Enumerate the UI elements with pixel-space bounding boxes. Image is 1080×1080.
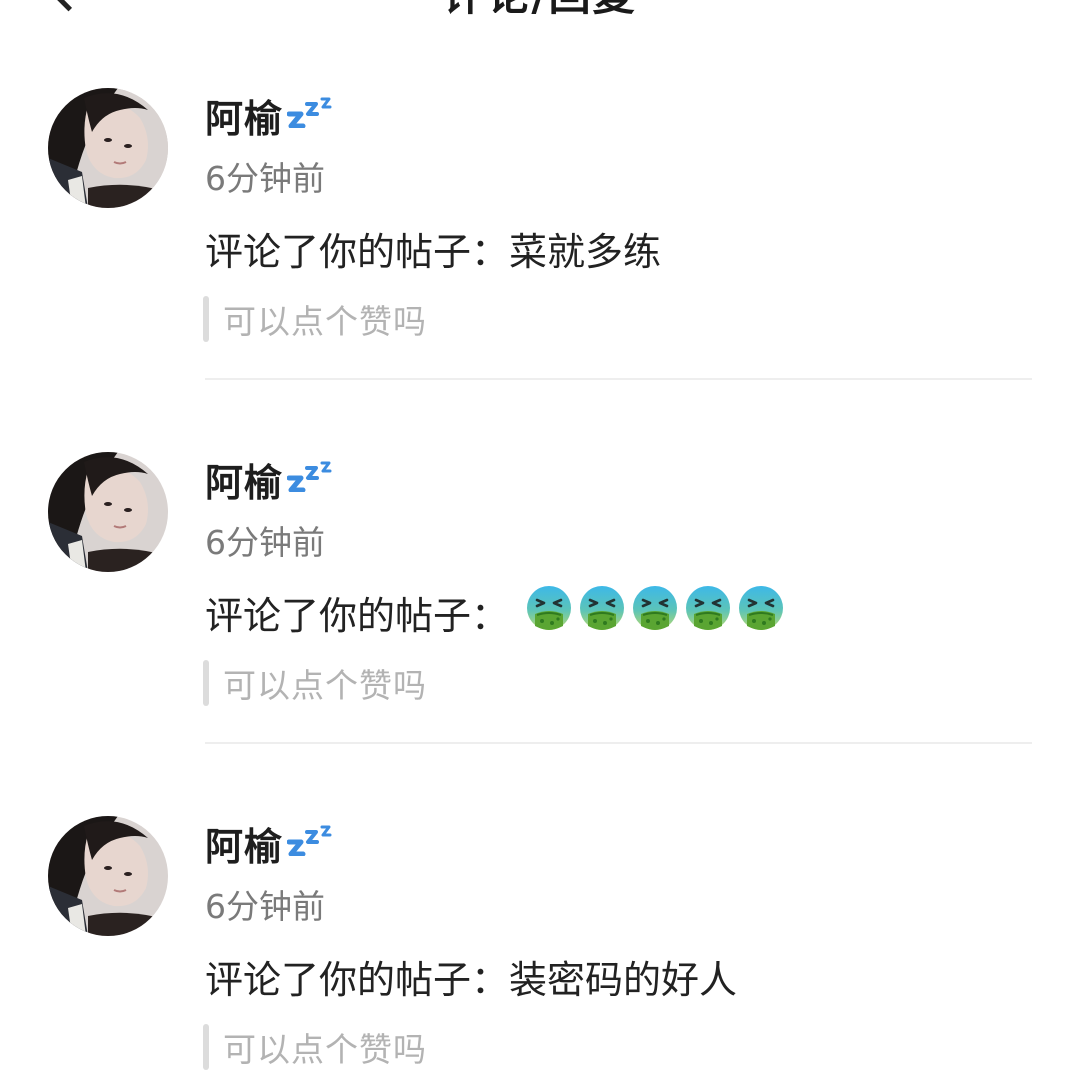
comment-content[interactable]: 评论了你的帖子： (205, 585, 790, 638)
comment-content[interactable]: 评论了你的帖子： 装密码的好人 (205, 951, 738, 1002)
comment-prefix: 评论了你的帖子： (205, 593, 510, 638)
emoji-row (525, 584, 790, 641)
notifications-page: 评论/回复 阿榆 (0, 0, 1080, 1080)
user-name-row: 阿榆 (205, 452, 335, 507)
notification-item[interactable]: 阿榆 6分钟前 评论了你的帖子： 装密码的好人 可以点个赞吗 (0, 728, 1080, 1080)
reply-hint[interactable]: 可以点个赞吗 (203, 1023, 427, 1071)
sick-face-icon (737, 584, 785, 641)
user-avatar[interactable] (48, 452, 168, 572)
timestamp: 6分钟前 (205, 523, 325, 562)
sick-face-icon (578, 584, 626, 641)
user-name[interactable]: 阿榆 (205, 452, 283, 507)
notification-item[interactable]: 阿榆 6分钟前 评论了你的帖子： 可以点个赞吗 (0, 364, 1080, 744)
quote-bar (203, 660, 209, 706)
zzz-sleeping-icon (286, 458, 335, 496)
zzz-sleeping-icon (286, 94, 335, 132)
reply-placeholder: 可以点个赞吗 (223, 302, 427, 341)
timestamp: 6分钟前 (205, 887, 325, 926)
comment-prefix: 评论了你的帖子： (205, 957, 510, 1002)
sick-face-icon (684, 584, 732, 641)
user-name[interactable]: 阿榆 (205, 816, 283, 871)
comment-text: 菜就多练 (509, 229, 662, 274)
reply-placeholder: 可以点个赞吗 (223, 1030, 427, 1069)
zzz-sleeping-icon (286, 822, 335, 860)
user-avatar[interactable] (48, 816, 168, 936)
user-name[interactable]: 阿榆 (205, 88, 283, 143)
user-avatar[interactable] (48, 88, 168, 208)
reply-hint[interactable]: 可以点个赞吗 (203, 659, 427, 707)
sick-face-icon (631, 584, 679, 641)
user-name-row: 阿榆 (205, 816, 335, 871)
comment-text: 装密码的好人 (509, 957, 738, 1002)
reply-hint[interactable]: 可以点个赞吗 (203, 295, 427, 343)
notification-item[interactable]: 阿榆 6分钟前 评论了你的帖子： 菜就多练 可以点个赞吗 (0, 0, 1080, 380)
quote-bar (203, 296, 209, 342)
quote-bar (203, 1024, 209, 1070)
sick-face-icon (525, 584, 573, 641)
comment-prefix: 评论了你的帖子： (205, 229, 510, 274)
user-name-row: 阿榆 (205, 88, 335, 143)
comment-content[interactable]: 评论了你的帖子： 菜就多练 (205, 223, 662, 274)
timestamp: 6分钟前 (205, 159, 325, 198)
reply-placeholder: 可以点个赞吗 (223, 666, 427, 705)
